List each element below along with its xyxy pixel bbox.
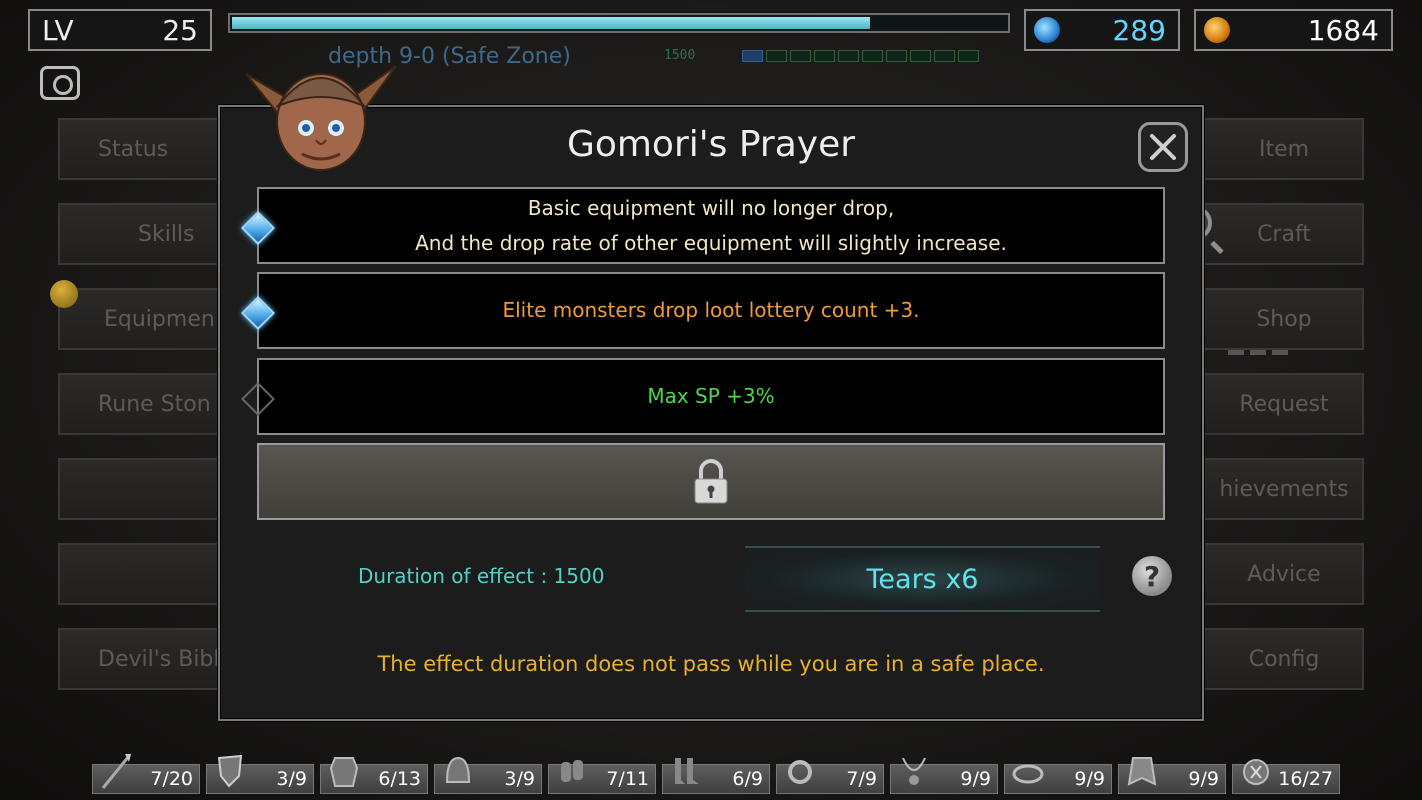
gold-count: 1684 [1307, 13, 1379, 47]
level-box: LV 25 [28, 9, 212, 51]
option-3-line-1: Max SP +3% [647, 384, 775, 408]
slot-count: 3/9 [276, 768, 307, 790]
slot-count: 16/27 [1278, 768, 1333, 790]
slot-count: 6/9 [732, 768, 763, 790]
slot-boots[interactable]: 6/9 [662, 758, 770, 794]
slot-count: 3/9 [504, 768, 535, 790]
equipment-slot-bar: 7/20 3/9 6/13 3/9 7/11 6/9 7/9 9/9 9/9 9… [92, 754, 1340, 794]
slot-cloak[interactable]: 9/9 [1118, 757, 1226, 794]
lock-icon [694, 458, 728, 503]
slot-count: 7/9 [846, 768, 877, 790]
shop-indicator [1228, 350, 1290, 355]
prayer-option-3[interactable]: Max SP +3% [257, 358, 1165, 435]
option-2-line-1: Elite monsters drop loot lottery count +… [502, 298, 920, 322]
armor-icon [325, 751, 363, 791]
gem-count: 289 [1112, 13, 1166, 47]
slot-count: 6/13 [378, 768, 421, 790]
slot-necklace[interactable]: 9/9 [890, 757, 998, 794]
option-1-line-2: And the drop rate of other equipment wil… [415, 230, 1007, 255]
slot-count: 9/9 [1188, 768, 1219, 790]
helmet-icon [439, 751, 477, 791]
belt-icon [1009, 751, 1047, 791]
locked-slot-button[interactable] [257, 443, 1165, 520]
shield-icon [211, 751, 249, 791]
close-icon [1150, 134, 1176, 160]
slot-gloves[interactable]: 7/11 [548, 760, 656, 794]
tears-button-label: Tears x6 [866, 563, 979, 595]
help-icon[interactable]: ? [1132, 556, 1172, 596]
slot-rune[interactable]: 16/27 [1232, 759, 1340, 794]
boots-icon [667, 751, 705, 791]
gloves-icon [553, 751, 591, 791]
duration-text: Duration of effect : 1500 [358, 564, 605, 588]
notification-orb-icon [50, 280, 78, 308]
slot-belt[interactable]: 9/9 [1004, 764, 1112, 794]
slot-armor[interactable]: 6/13 [320, 757, 428, 794]
gold-counter[interactable]: 1684 [1194, 9, 1393, 51]
level-value: 25 [162, 13, 198, 47]
xp-bar [228, 13, 1010, 33]
level-label: LV [42, 13, 74, 47]
gem-counter[interactable]: 289 [1024, 9, 1180, 51]
depth-progress [742, 50, 979, 62]
coin-icon [1204, 17, 1230, 43]
option-1-line-1: Basic equipment will no longer drop, [527, 195, 895, 220]
prayer-option-2[interactable]: Elite monsters drop loot lottery count +… [257, 272, 1165, 349]
slot-count: 7/20 [150, 768, 193, 790]
gem-icon [1034, 17, 1060, 43]
spear-icon [97, 751, 135, 791]
ring-icon [781, 751, 819, 791]
slot-count: 9/9 [960, 768, 991, 790]
slot-helmet[interactable]: 3/9 [434, 756, 542, 794]
depth-counter: 1500 [664, 48, 696, 63]
slot-count: 7/11 [606, 768, 649, 790]
camera-icon[interactable] [40, 66, 80, 100]
cloak-icon [1123, 751, 1161, 791]
close-button[interactable] [1138, 122, 1188, 172]
safe-zone-notice: The effect duration does not pass while … [377, 652, 1045, 676]
xp-bar-fill [232, 17, 870, 29]
dialog-title: Gomori's Prayer [566, 124, 856, 165]
slot-count: 9/9 [1074, 768, 1105, 790]
necklace-icon [895, 751, 933, 791]
prayer-option-1[interactable]: Basic equipment will no longer drop, And… [257, 187, 1165, 264]
rune-icon [1237, 751, 1275, 791]
help-symbol: ? [1143, 559, 1161, 593]
slot-ring[interactable]: 7/9 [776, 760, 884, 794]
tears-button[interactable]: Tears x6 [745, 546, 1100, 612]
slot-spear[interactable]: 7/20 [92, 754, 200, 794]
slot-shield[interactable]: 3/9 [206, 754, 314, 794]
